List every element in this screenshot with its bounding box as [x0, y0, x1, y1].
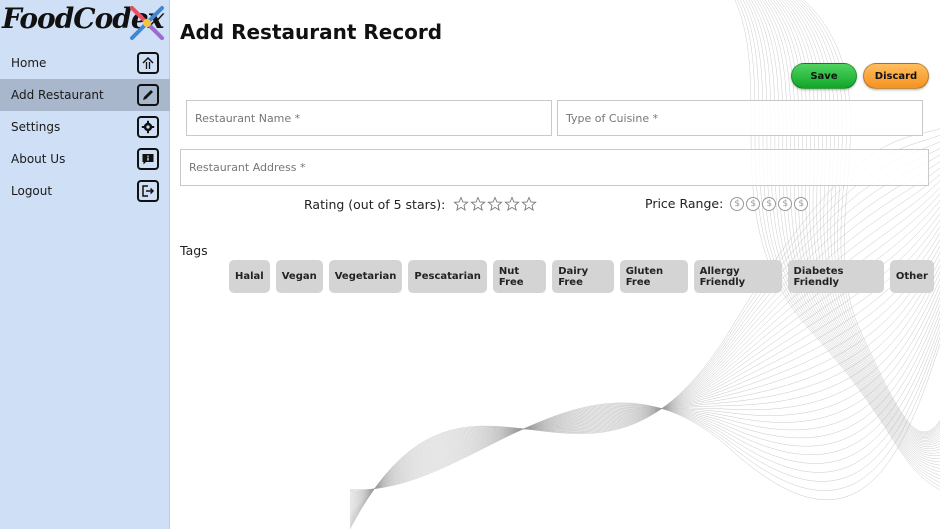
price-coin-icon[interactable]: $: [778, 196, 793, 211]
cuisine-type-input[interactable]: Type of Cuisine *: [557, 100, 923, 136]
star-icon[interactable]: [470, 196, 487, 212]
tag-chip[interactable]: Diabetes Friendly: [787, 260, 884, 293]
pencil-icon[interactable]: [137, 84, 159, 106]
rating-label: Rating (out of 5 stars):: [304, 196, 446, 212]
sidebar-item-about-us[interactable]: About Us: [0, 143, 170, 175]
price-coin-icon[interactable]: $: [730, 196, 745, 211]
price-coin-icon[interactable]: $: [762, 196, 777, 211]
tag-chip[interactable]: Allergy Friendly: [693, 260, 782, 293]
tag-chip[interactable]: Other: [889, 260, 934, 293]
wave-line: [349, 238, 940, 509]
wave-line: [349, 330, 940, 493]
tag-chip[interactable]: Gluten Free: [619, 260, 688, 293]
sidebar-item-label: Home: [11, 56, 47, 70]
tag-chip[interactable]: Dairy Free: [552, 260, 614, 293]
restaurant-address-input[interactable]: Restaurant Address *: [180, 149, 929, 186]
rating-control: Rating (out of 5 stars):: [304, 196, 538, 212]
home-fork-icon[interactable]: [137, 52, 159, 74]
crossed-utensils-logo-icon: [130, 6, 164, 40]
tag-chip[interactable]: Pescatarian: [408, 260, 487, 293]
tag-chip[interactable]: Vegan: [275, 260, 323, 293]
price-range-selector: $ $ $ $ $: [730, 196, 810, 211]
main-content: Add Restaurant Record Save Discard Resta…: [170, 0, 940, 529]
sidebar-item-logout[interactable]: Logout: [0, 175, 170, 207]
wave-line: [349, 147, 940, 526]
sidebar: FoodCodex Home Add Restaurant Settings A…: [0, 0, 170, 529]
page-title: Add Restaurant Record: [180, 20, 443, 44]
tag-chip[interactable]: Halal: [229, 260, 270, 293]
restaurant-name-input[interactable]: Restaurant Name *: [186, 100, 552, 136]
sidebar-item-label: Logout: [11, 184, 53, 198]
wave-line: [349, 141, 940, 527]
star-icon[interactable]: [487, 196, 504, 212]
price-range-control: Price Range: $ $ $ $ $: [645, 196, 810, 211]
star-icon[interactable]: [521, 196, 538, 212]
discard-button[interactable]: Discard: [863, 63, 929, 89]
price-coin-icon[interactable]: $: [794, 196, 809, 211]
sidebar-item-label: Settings: [11, 120, 61, 134]
sidebar-item-home[interactable]: Home: [0, 47, 170, 79]
star-rating: [453, 196, 538, 212]
logout-icon[interactable]: [137, 180, 159, 202]
tags-list: Halal Vegan Vegetarian Pescatarian Nut Free D…: [229, 260, 940, 293]
chat-info-icon[interactable]: [137, 148, 159, 170]
save-button[interactable]: Save: [791, 63, 857, 89]
sidebar-nav: Home Add Restaurant Settings About Us Lo…: [0, 47, 170, 207]
app-logo[interactable]: FoodCodex: [0, 0, 170, 46]
sidebar-item-label: About Us: [11, 152, 66, 166]
sidebar-item-label: Add Restaurant: [11, 88, 104, 102]
tag-chip[interactable]: Vegetarian: [328, 260, 403, 293]
tag-chip[interactable]: Nut Free: [492, 260, 547, 293]
price-coin-icon[interactable]: $: [746, 196, 761, 211]
price-range-label: Price Range:: [645, 196, 724, 211]
star-icon[interactable]: [453, 196, 470, 212]
star-icon[interactable]: [504, 196, 521, 212]
sidebar-item-settings[interactable]: Settings: [0, 111, 170, 143]
tags-label: Tags: [180, 243, 208, 258]
gear-icon[interactable]: [137, 116, 159, 138]
sidebar-item-add-restaurant[interactable]: Add Restaurant: [0, 79, 170, 111]
wave-line: [349, 323, 940, 494]
